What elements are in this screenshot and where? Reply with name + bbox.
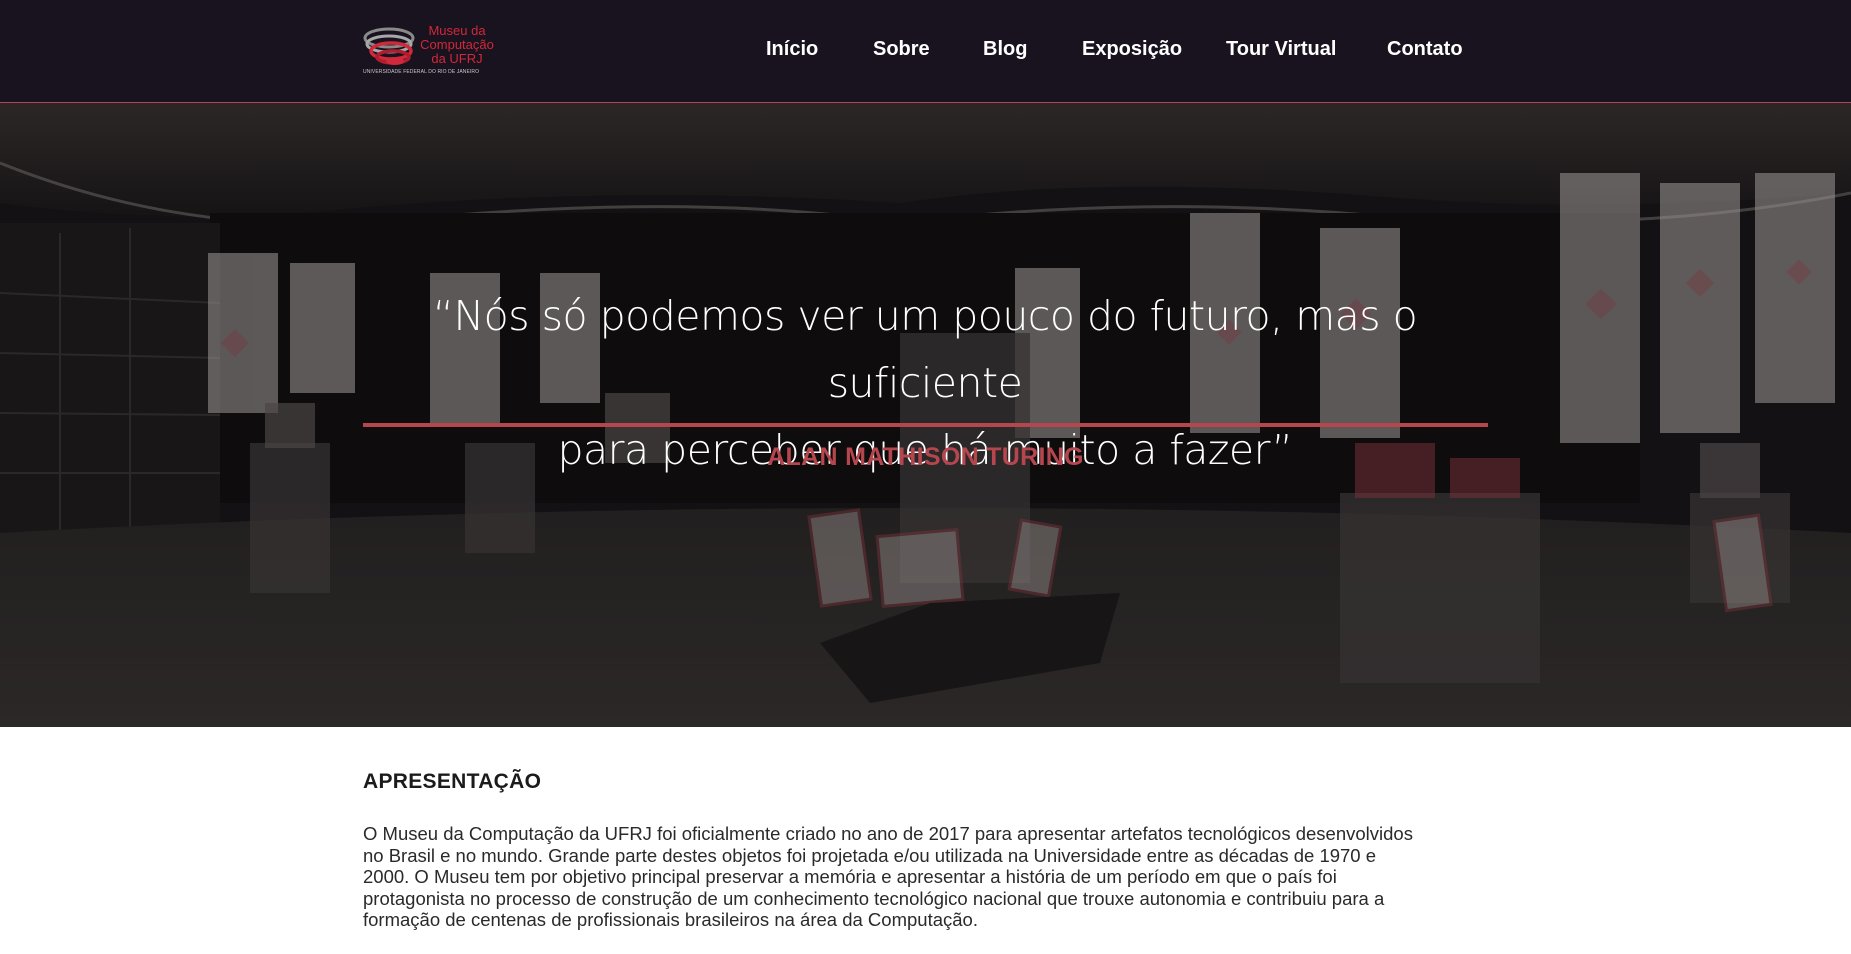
paragraph-line: O Museu da Computação da UFRJ foi oficia… bbox=[363, 823, 1413, 844]
top-navbar: Museu da Computação da UFRJ UNIVERSIDADE… bbox=[0, 0, 1851, 103]
logo-subtitle: UNIVERSIDADE FEDERAL DO RIO DE JANEIRO bbox=[363, 69, 480, 75]
paragraph-line: protagonista no processo de construção d… bbox=[363, 887, 1385, 909]
logo-line-1: Museu da bbox=[428, 23, 486, 38]
paragraph-line: 2000. O Museu tem por objetivo principal… bbox=[363, 866, 1337, 887]
paragraph-line: no Brasil e no mundo. Grande parte deste… bbox=[363, 844, 1377, 866]
section-title: APRESENTAÇÃO bbox=[363, 770, 542, 793]
nav-tour-virtual[interactable]: Tour Virtual bbox=[1226, 38, 1336, 61]
nav-blog[interactable]: Blog bbox=[983, 38, 1027, 61]
nav-exposicao[interactable]: Exposição bbox=[1082, 38, 1182, 61]
nav-contato[interactable]: Contato bbox=[1387, 38, 1463, 61]
nav-sobre[interactable]: Sobre bbox=[873, 38, 930, 61]
quote-author: ALAN MATHISON TURING bbox=[767, 443, 1084, 471]
paragraph-line: formação de centenas de profissionais br… bbox=[363, 909, 978, 930]
main-nav: Início Sobre Blog Exposição Tour Virtual… bbox=[0, 38, 1851, 66]
quote-divider bbox=[363, 423, 1488, 427]
section-body: O Museu da Computação da UFRJ foi oficia… bbox=[363, 823, 1493, 931]
nav-inicio[interactable]: Início bbox=[766, 38, 818, 61]
hero-banner: “Nós só podemos ver um pouco do futuro, … bbox=[0, 103, 1851, 727]
quote-line-1: “Nós só podemos ver um pouco do futuro, … bbox=[432, 292, 1418, 407]
